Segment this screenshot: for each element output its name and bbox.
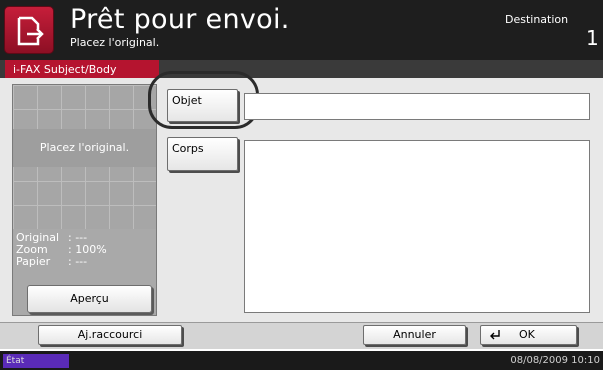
body-button[interactable]: Corps — [167, 137, 238, 171]
preview-button[interactable]: Aperçu — [27, 285, 152, 313]
info-label: Papier — [16, 255, 51, 268]
ok-button[interactable]: OK — [480, 325, 577, 345]
section-tab: i-FAX Subject/Body — [5, 60, 159, 78]
subject-button[interactable]: Objet — [167, 89, 238, 122]
ok-label: OK — [519, 328, 535, 341]
page-subtitle: Placez l'original. — [70, 36, 160, 49]
destination-label: Destination — [505, 13, 569, 26]
enter-icon — [490, 330, 500, 340]
page-title: Prêt pour envoi. — [70, 4, 290, 35]
screen: Prêt pour envoi. Placez l'original. Dest… — [0, 0, 603, 370]
preview-info: Original : --- Zoom : 100% Papier : --- — [16, 232, 107, 268]
add-shortcut-button[interactable]: Aj.raccourci — [38, 325, 182, 345]
body-field[interactable] — [244, 140, 590, 313]
subject-field[interactable] — [244, 93, 590, 120]
destination-count: 1 — [586, 26, 599, 50]
cancel-button[interactable]: Annuler — [363, 325, 466, 345]
send-document-icon — [4, 6, 54, 54]
status-datetime: 08/08/2009 10:10 — [510, 355, 600, 366]
preview-panel: Placez l'original. Original : --- Zoom :… — [12, 84, 157, 316]
preview-message: Placez l'original. — [13, 129, 156, 167]
info-value: : --- — [68, 255, 88, 268]
status-button[interactable]: État — [3, 354, 69, 368]
info-row-paper: Papier : --- — [16, 256, 107, 268]
